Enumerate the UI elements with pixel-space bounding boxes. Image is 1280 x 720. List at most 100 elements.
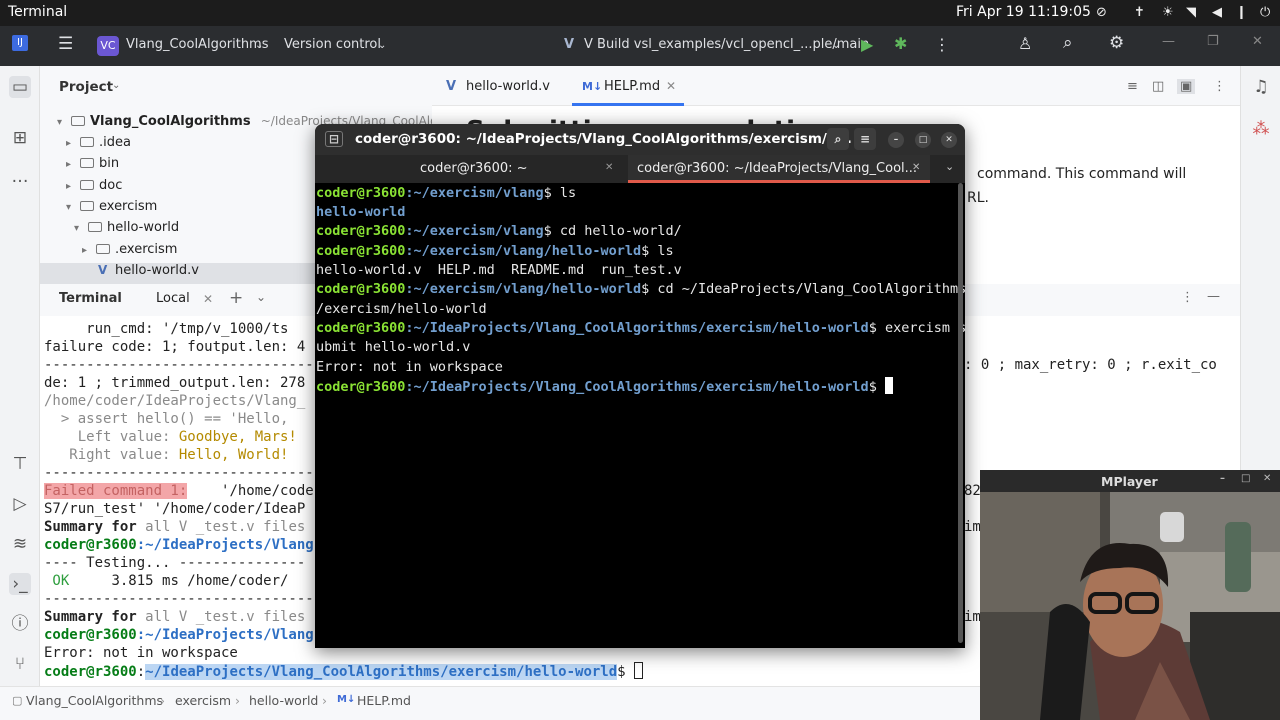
terminal-tab[interactable]: coder@r3600: ~ <box>420 161 528 176</box>
breadcrumb-item[interactable]: Vlang_CoolAlgorithms <box>26 693 163 708</box>
more-options-icon[interactable]: ⋮ <box>1181 290 1194 305</box>
chevron-down-icon[interactable]: ⌄ <box>255 40 263 51</box>
notifications-bell-icon[interactable]: ♫ <box>1250 76 1272 98</box>
preview-icon[interactable]: ▣ <box>1177 79 1196 94</box>
git-icon[interactable]: ⑂ <box>9 653 31 675</box>
terminal-prompt-line[interactable]: coder@r3600:~/IdeaProjects/Vlang_CoolAlg… <box>44 662 644 680</box>
wifi-icon[interactable]: ◥ <box>1186 5 1196 20</box>
terminal-icon[interactable]: ›_ <box>9 573 31 595</box>
gnome-terminal-prompt[interactable]: coder@r3600:~/IdeaProjects/Vlang_CoolAlg… <box>316 377 893 396</box>
layers-icon[interactable]: ≋ <box>9 533 31 555</box>
more-tools-icon[interactable]: … <box>9 166 31 188</box>
version-control-menu[interactable]: Version control <box>284 37 381 52</box>
build-hammer-icon[interactable]: ⊤ <box>9 453 31 475</box>
close-tab-icon[interactable]: ✕ <box>912 162 920 173</box>
run-configuration[interactable]: V Build vsl_examples/vcl_opencl_...ple/m… <box>584 37 869 52</box>
gnome-terminal-titlebar[interactable]: ⊟ coder@r3600: ~/IdeaProjects/Vlang_Cool… <box>315 124 965 155</box>
add-user-icon[interactable]: ♙ <box>1018 34 1032 53</box>
close-window-icon[interactable]: ✕ <box>1252 34 1263 49</box>
mplayer-window[interactable]: MPlayer – □ ✕ <box>980 470 1280 720</box>
run-icon[interactable]: ▶ <box>861 35 873 54</box>
terminal-tab-local[interactable]: Local <box>156 291 190 306</box>
maximize-icon[interactable]: □ <box>1241 473 1250 484</box>
breadcrumb-item[interactable]: HELP.md <box>357 693 411 708</box>
close-tab-icon[interactable]: ✕ <box>666 79 676 93</box>
editor-only-icon[interactable]: ≡ <box>1127 79 1138 94</box>
problems-icon[interactable]: ⓘ <box>9 613 31 635</box>
brightness-icon[interactable]: ☀ <box>1162 5 1174 20</box>
close-icon[interactable]: ✕ <box>1263 473 1271 484</box>
chevron-right-icon[interactable]: ▸ <box>66 181 80 192</box>
tree-item[interactable]: ▸ doc <box>66 178 122 199</box>
system-app-name[interactable]: Terminal <box>8 4 67 20</box>
volume-icon[interactable]: ◀ <box>1212 5 1222 20</box>
chevron-right-icon[interactable]: ▸ <box>66 138 80 149</box>
accessibility-icon[interactable]: ✝ <box>1134 5 1145 20</box>
chevron-down-icon[interactable]: ▾ <box>74 223 88 234</box>
chevron-down-icon[interactable]: ▾ <box>66 202 80 213</box>
mplayer-titlebar[interactable]: MPlayer – □ ✕ <box>980 470 1280 492</box>
hide-panel-icon[interactable]: — <box>1207 289 1220 304</box>
main-menu-icon[interactable]: ☰ <box>58 34 73 54</box>
more-options-icon[interactable]: ⋮ <box>1213 79 1226 94</box>
chevron-right-icon[interactable]: ▸ <box>66 159 80 170</box>
left-tool-window-bar: ▭ ⊞ … ⊤ ▷ ≋ ›_ ⓘ ⑂ <box>0 66 40 686</box>
minimize-window-icon[interactable]: — <box>1162 34 1175 49</box>
close-tab-icon[interactable]: ✕ <box>605 162 613 173</box>
chevron-down-icon[interactable]: ⌄ <box>112 80 120 91</box>
gnome-terminal-line: coder@r3600:~/exercism/vlang/hello-world… <box>316 242 674 261</box>
structure-icon[interactable]: ⊞ <box>9 127 31 149</box>
project-folder-icon[interactable]: ▭ <box>9 76 31 98</box>
chevron-down-icon[interactable]: ⌄ <box>378 40 386 51</box>
project-panel-title[interactable]: Project <box>59 79 113 95</box>
run-services-icon[interactable]: ▷ <box>9 493 31 515</box>
tree-item[interactable]: ▸ .idea <box>66 135 131 156</box>
search-icon[interactable]: ⌕ <box>827 128 849 150</box>
more-actions-icon[interactable]: ⋮ <box>934 35 950 54</box>
restore-window-icon[interactable]: ❐ <box>1207 34 1219 49</box>
close-tab-icon[interactable]: ✕ <box>203 292 213 306</box>
chevron-down-icon[interactable]: ⌄ <box>945 160 954 173</box>
chevron-down-icon[interactable]: ▾ <box>57 117 71 128</box>
editor-tab-active[interactable]: HELP.md <box>604 79 660 94</box>
tree-item[interactable]: ▸ .exercism <box>82 242 177 263</box>
intellij-logo-icon[interactable]: IJ <box>12 35 28 51</box>
left-value: Goodbye, Mars! <box>178 429 297 445</box>
mute-icon[interactable]: ⊘ <box>1096 5 1107 20</box>
hamburger-menu-icon[interactable]: ≡ <box>854 128 876 150</box>
scrollbar[interactable] <box>958 183 963 643</box>
prompt-path: :~/exercism/vlang/hello-world <box>405 243 642 259</box>
tree-item[interactable]: ▾ hello-world <box>74 220 179 241</box>
terminal-panel-title[interactable]: Terminal <box>59 291 122 306</box>
tree-item[interactable]: ▾ exercism <box>66 199 157 220</box>
chevron-down-icon[interactable]: ⌄ <box>256 290 266 304</box>
terminal-tab-active[interactable]: coder@r3600: ~/IdeaProjects/Vlang_Cool..… <box>637 161 917 176</box>
new-terminal-plus-icon[interactable]: + <box>229 288 243 308</box>
minimize-icon[interactable]: – <box>1220 473 1225 484</box>
breadcrumb-item[interactable]: exercism <box>175 693 231 708</box>
gnome-terminal-window[interactable]: ⊟ coder@r3600: ~/IdeaProjects/Vlang_Cool… <box>315 124 965 648</box>
microphone-icon[interactable]: ❙ <box>1236 5 1247 20</box>
power-icon[interactable]: ⏻ <box>1260 5 1270 20</box>
tree-item[interactable]: ▸ bin <box>66 156 119 177</box>
split-view-icon[interactable]: ◫ <box>1152 79 1164 94</box>
chevron-down-icon[interactable]: ⌄ <box>832 40 840 51</box>
project-switcher[interactable]: Vlang_CoolAlgorithms <box>126 37 269 52</box>
summary-label: Summary for <box>44 519 146 535</box>
tree-root-label: Vlang_CoolAlgorithms <box>90 114 251 129</box>
minimize-icon[interactable]: – <box>888 132 904 148</box>
close-icon[interactable]: ✕ <box>941 132 957 148</box>
ai-assistant-icon[interactable]: ⁂ <box>1250 118 1272 140</box>
gnome-terminal-tabs: coder@r3600: ~ ✕ coder@r3600: ~/IdeaProj… <box>315 155 965 183</box>
debug-icon[interactable]: ✱ <box>894 34 907 53</box>
search-icon[interactable]: ⌕ <box>1063 33 1073 53</box>
chevron-right-icon[interactable]: ▸ <box>82 245 96 256</box>
system-clock[interactable]: Fri Apr 19 11:19:05 <box>956 4 1091 20</box>
terminal-line-fragment: : 0 ; max_retry: 0 ; r.exit_co <box>964 357 1217 373</box>
maximize-icon[interactable]: □ <box>915 132 931 148</box>
project-badge[interactable]: VC <box>97 36 119 56</box>
editor-tab[interactable]: hello-world.v <box>466 79 550 94</box>
settings-gear-icon[interactable]: ⚙ <box>1109 33 1124 53</box>
new-tab-icon[interactable]: ⊟ <box>325 131 344 147</box>
breadcrumb-item[interactable]: hello-world <box>249 693 318 708</box>
